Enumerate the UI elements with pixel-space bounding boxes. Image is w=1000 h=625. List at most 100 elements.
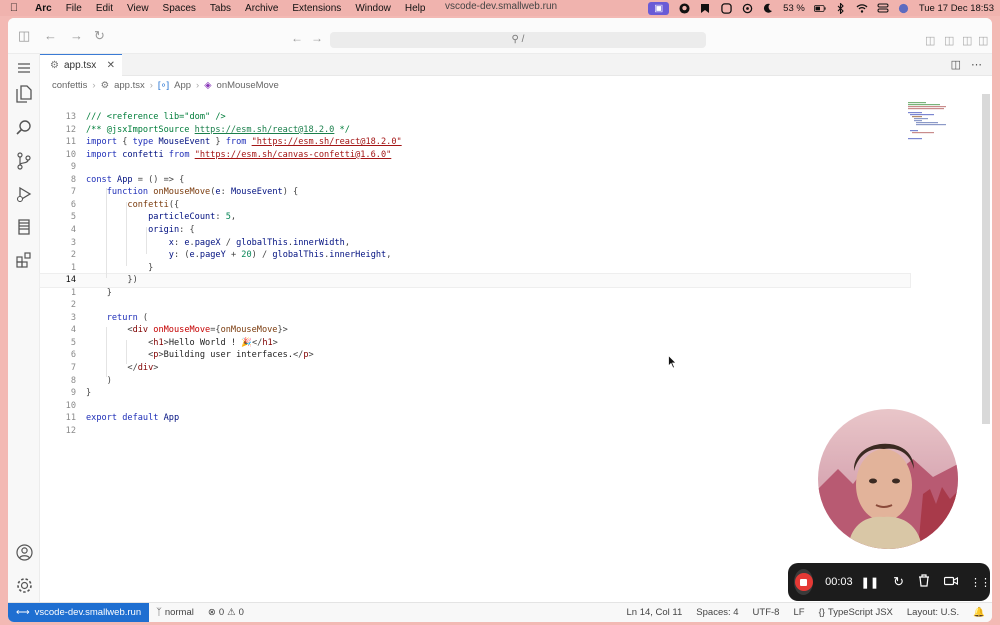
split-editor-icon[interactable]: ◫ xyxy=(951,58,961,71)
keyboard-layout[interactable]: Layout: U.S. xyxy=(900,607,966,618)
chatgpt-icon[interactable] xyxy=(741,3,753,14)
menu-edit[interactable]: Edit xyxy=(89,3,120,14)
menu-window[interactable]: Window xyxy=(348,3,398,14)
back-top-icon[interactable]: ← xyxy=(44,28,57,43)
github-icon[interactable] xyxy=(678,2,690,14)
indentation[interactable]: Spaces: 4 xyxy=(689,607,745,618)
settings-gear-icon[interactable] xyxy=(14,575,34,595)
code-line[interactable]: 2 xyxy=(40,299,910,312)
menu-hamburger-icon[interactable] xyxy=(14,58,34,78)
line-number[interactable]: 11 xyxy=(40,136,76,149)
code-line[interactable]: 6 <p>Building user interfaces.</p> xyxy=(40,349,910,362)
line-number[interactable]: 8 xyxy=(40,174,76,187)
encoding[interactable]: UTF-8 xyxy=(746,607,787,618)
notifications-bell-icon[interactable]: 🔔 xyxy=(966,607,992,618)
menu-view[interactable]: View xyxy=(120,3,156,14)
code-line[interactable]: 1 } xyxy=(40,287,910,300)
explorer-icon[interactable] xyxy=(14,84,34,104)
wifi-icon[interactable] xyxy=(856,3,868,14)
menu-app-name[interactable]: Arc xyxy=(28,3,59,14)
code-line[interactable]: 13 /// <reference lib="dom" /> xyxy=(40,111,910,124)
line-number[interactable]: 6 xyxy=(40,349,76,362)
line-number[interactable]: 10 xyxy=(40,400,76,413)
menu-help[interactable]: Help xyxy=(398,3,433,14)
code-line[interactable]: 11 export default App xyxy=(40,412,910,425)
editor-scrollbar[interactable] xyxy=(982,94,990,424)
line-number[interactable]: 7 xyxy=(40,362,76,375)
line-number[interactable]: 8 xyxy=(40,375,76,388)
menu-spaces[interactable]: Spaces xyxy=(156,3,203,14)
breadcrumb-file[interactable]: app.tsx xyxy=(114,80,145,91)
siri-icon[interactable] xyxy=(898,3,910,14)
restart-icon[interactable]: ↻ xyxy=(893,574,904,590)
remote-indicator[interactable]: ⟷ vscode-dev.smallweb.run xyxy=(8,602,150,622)
screen-share-icon[interactable]: ▣ xyxy=(648,1,670,15)
drag-handle-icon[interactable]: ⋮⋮ xyxy=(970,576,991,589)
panel-icon[interactable]: ◫ xyxy=(978,34,988,47)
line-number[interactable]: 13 xyxy=(40,111,76,124)
code-line[interactable]: 9} xyxy=(40,387,910,400)
line-number[interactable]: 4 xyxy=(40,224,76,237)
sidebar-toggle-icon[interactable]: ◫ xyxy=(18,28,30,44)
webcam-bubble[interactable] xyxy=(818,409,958,549)
code-line[interactable]: 8 const App = () => { xyxy=(40,174,910,187)
search-sidebar-icon[interactable] xyxy=(14,117,34,137)
code-line[interactable]: 14 }) xyxy=(39,273,911,288)
line-number[interactable]: 12 xyxy=(40,425,76,438)
close-icon[interactable]: ✕ xyxy=(107,60,115,71)
code-line[interactable]: 6 confetti({ xyxy=(40,199,910,212)
apple-menu-icon[interactable]:  xyxy=(0,2,28,14)
clock[interactable]: Tue 17 Dec 18:53 xyxy=(919,3,994,14)
line-number[interactable]: 12 xyxy=(40,124,76,137)
code-line[interactable]: 1 } xyxy=(40,262,910,275)
stop-recording-button[interactable] xyxy=(794,569,814,595)
breadcrumb-symbol-method[interactable]: onMouseMove xyxy=(217,80,279,91)
line-number[interactable]: 1 xyxy=(40,262,76,275)
code-line[interactable]: 3 x: e.pageX / globalThis.innerWidth, xyxy=(40,237,910,250)
line-number[interactable]: 7 xyxy=(40,186,76,199)
notebook-icon[interactable] xyxy=(14,217,34,237)
code-line[interactable]: 4 <div onMouseMove={onMouseMove}> xyxy=(40,324,910,337)
code-line[interactable]: 7 function onMouseMove(e: MouseEvent) { xyxy=(40,186,910,199)
line-number[interactable]: 1 xyxy=(40,287,76,300)
run-debug-icon[interactable] xyxy=(14,184,34,204)
bookmark-app-icon[interactable] xyxy=(699,3,711,14)
code-line[interactable]: 10 xyxy=(40,400,910,413)
account-icon[interactable] xyxy=(14,542,34,562)
line-number[interactable]: 3 xyxy=(40,312,76,325)
split-left-icon[interactable]: ◫ xyxy=(925,34,935,47)
source-control-icon[interactable] xyxy=(14,151,34,171)
menu-tabs[interactable]: Tabs xyxy=(203,3,238,14)
code-line[interactable]: 4 origin: { xyxy=(40,224,910,237)
code-line[interactable]: 5 particleCount: 5, xyxy=(40,211,910,224)
address-bar[interactable]: ⚲ / xyxy=(330,32,706,48)
line-number[interactable]: 3 xyxy=(40,237,76,250)
line-number[interactable]: 14 xyxy=(40,274,76,287)
trash-icon[interactable] xyxy=(918,574,930,590)
line-number[interactable]: 2 xyxy=(40,249,76,262)
back-icon[interactable]: ← xyxy=(291,31,303,45)
vim-mode[interactable]: ᛉ normal xyxy=(149,607,201,618)
pause-icon[interactable]: ❚❚ xyxy=(861,576,879,589)
line-number[interactable]: 2 xyxy=(40,299,76,312)
cursor-position[interactable]: Ln 14, Col 11 xyxy=(619,607,689,618)
battery-icon[interactable] xyxy=(813,3,826,14)
split-center-icon[interactable]: ◫ xyxy=(944,34,954,47)
split-right-icon[interactable]: ◫ xyxy=(962,34,972,47)
language-mode[interactable]: {} TypeScript JSX xyxy=(812,607,900,618)
line-number[interactable]: 5 xyxy=(40,337,76,350)
reload-icon[interactable]: ↻ xyxy=(94,28,105,44)
code-line[interactable]: 7 </div> xyxy=(40,362,910,375)
forward-top-icon[interactable]: → xyxy=(70,28,83,43)
code-line[interactable]: 2 y: (e.pageY + 20) / globalThis.innerHe… xyxy=(40,249,910,262)
code-line[interactable]: 10 import confetti from "https://esm.sh/c… xyxy=(40,149,910,162)
minimap[interactable] xyxy=(906,100,952,140)
bluetooth-icon[interactable] xyxy=(835,2,847,14)
control-center-icon[interactable] xyxy=(877,3,889,14)
creative-cloud-icon[interactable] xyxy=(720,2,732,14)
problems-indicator[interactable]: ⊗ 0 ⚠ 0 xyxy=(201,607,251,618)
forward-icon[interactable]: → xyxy=(311,31,323,45)
code-line[interactable]: 12 xyxy=(40,425,910,438)
line-number[interactable]: 6 xyxy=(40,199,76,212)
line-number[interactable]: 11 xyxy=(40,412,76,425)
